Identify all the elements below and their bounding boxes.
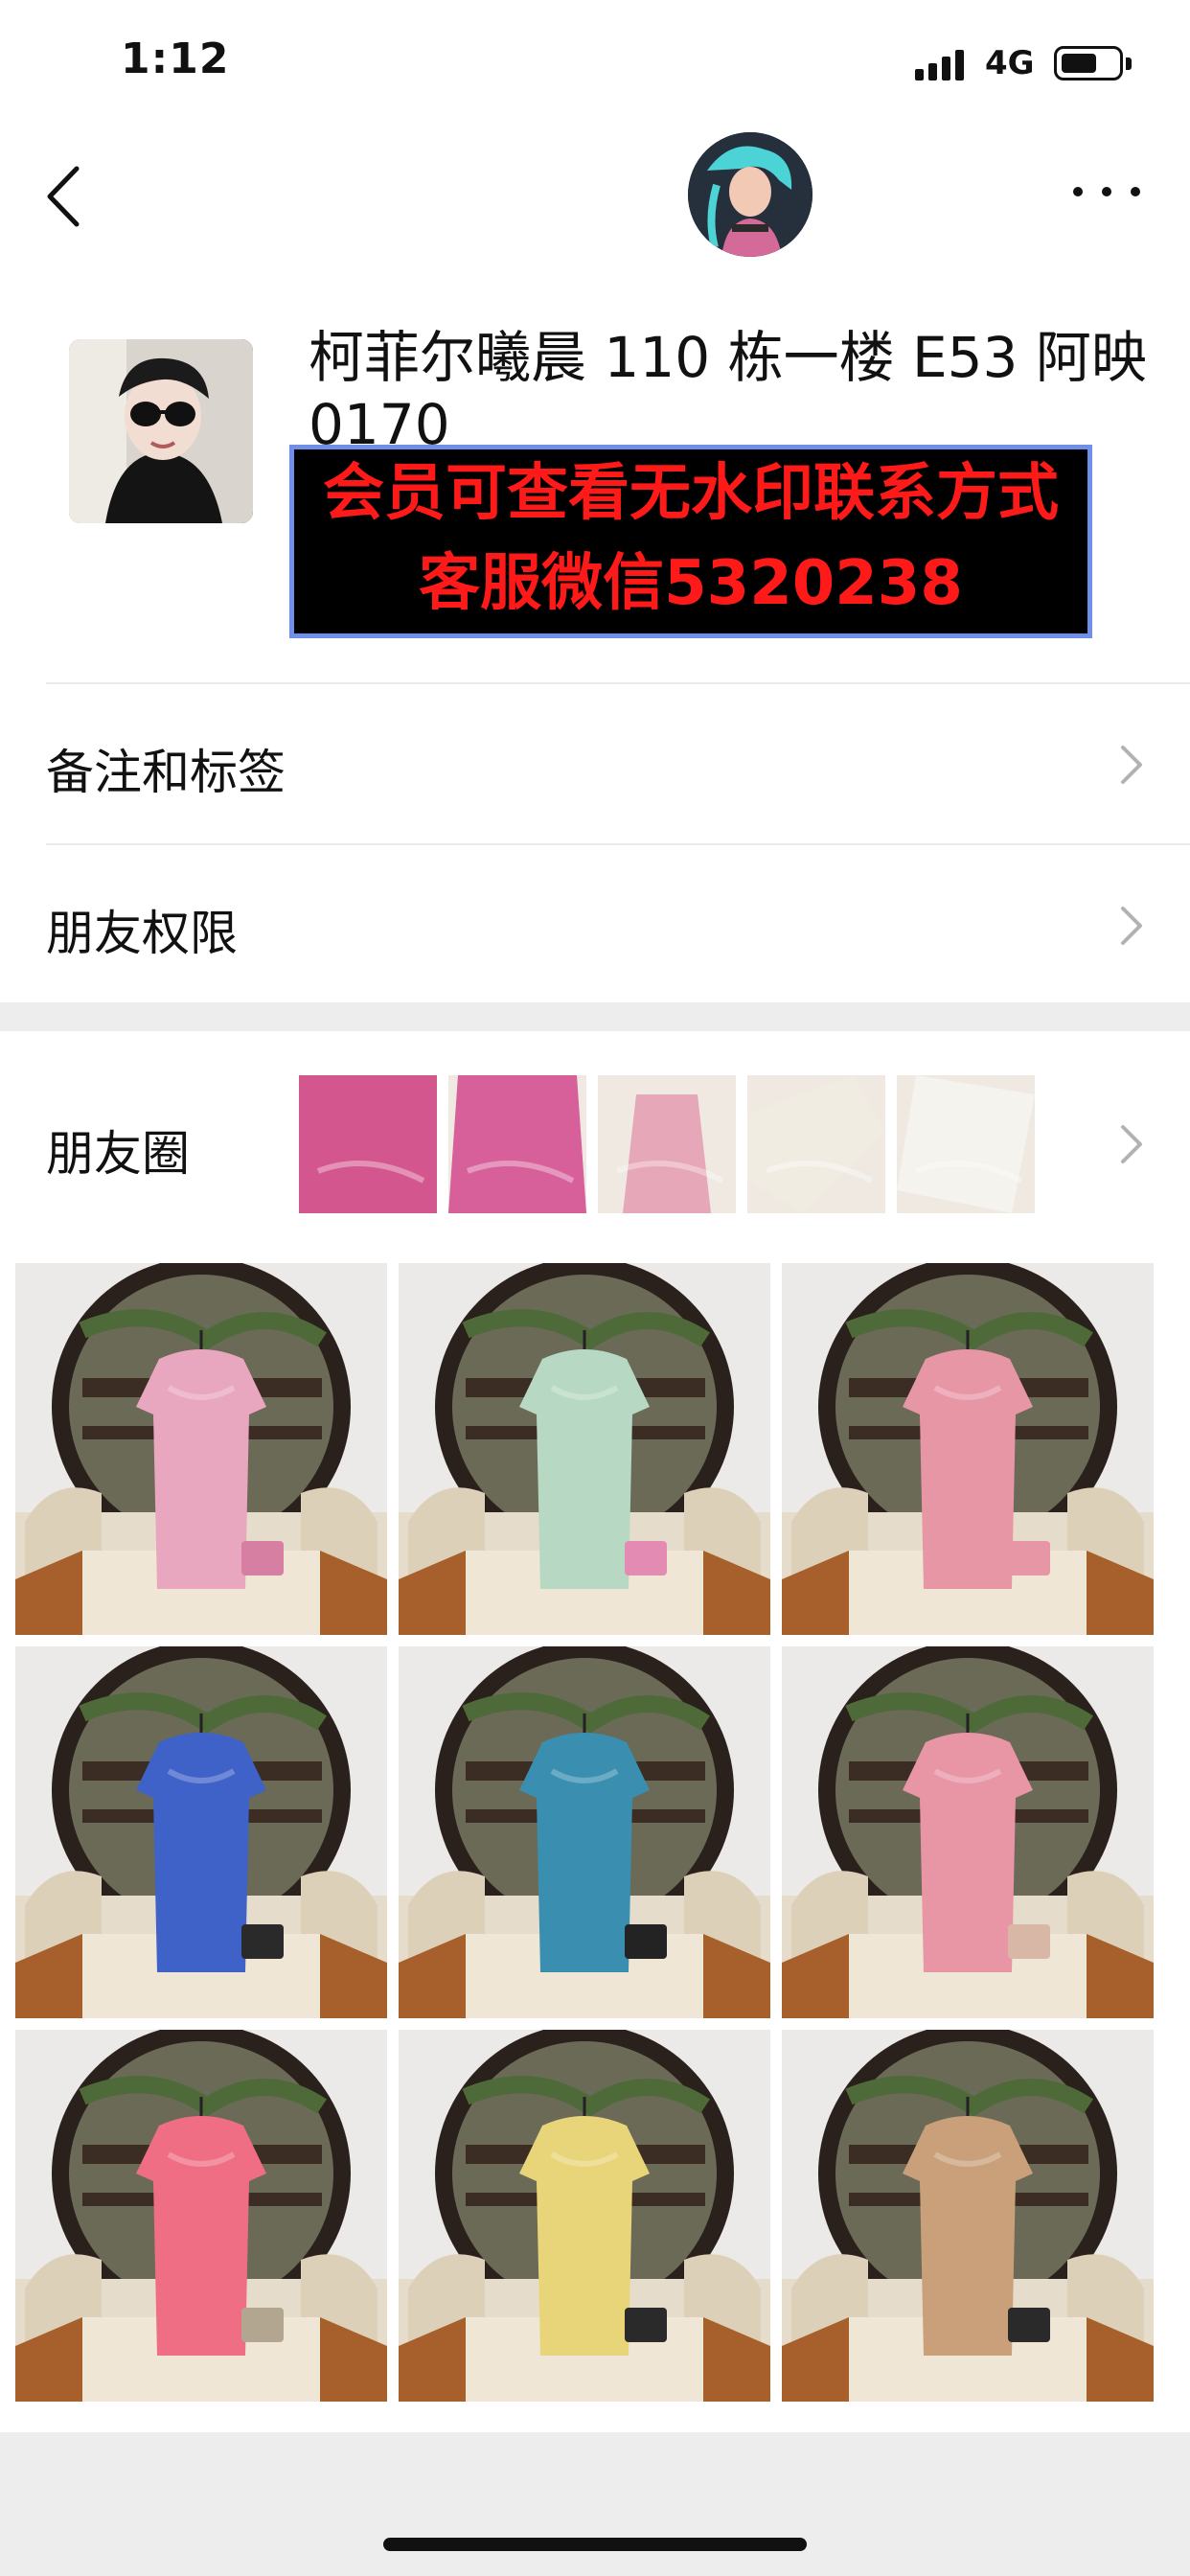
photo-illustration xyxy=(782,1646,1154,2018)
ellipsis-icon[interactable] xyxy=(1073,172,1140,211)
photo-illustration xyxy=(782,2030,1154,2402)
section-separator xyxy=(0,1002,1190,1031)
moments-photo-grid xyxy=(15,1263,1159,2402)
bottom-area xyxy=(0,2432,1190,2576)
moments-photo[interactable] xyxy=(782,2030,1154,2402)
battery-icon xyxy=(1054,46,1123,80)
chevron-right-icon xyxy=(1121,907,1142,945)
moments-photo[interactable] xyxy=(15,2030,387,2402)
photo-illustration xyxy=(15,1263,387,1635)
chevron-right-icon xyxy=(1121,746,1142,784)
moments-section: 朋友圈 xyxy=(0,1031,1190,2432)
signal-icon xyxy=(915,48,969,80)
photo-illustration xyxy=(399,1646,770,2018)
moments-photo[interactable] xyxy=(399,2030,770,2402)
moments-photo[interactable] xyxy=(782,1646,1154,2018)
moments-photo[interactable] xyxy=(399,1263,770,1635)
moments-photo[interactable] xyxy=(15,1646,387,2018)
profile-avatar[interactable] xyxy=(69,339,253,523)
profile-header: 柯菲尔曦晨 110 栋一楼 E53 阿映 0170 会员可查看无水印联系方式 客… xyxy=(0,307,1190,671)
watermark-line-2: 客服微信5320238 xyxy=(419,548,963,619)
moments-label: 朋友圈 xyxy=(46,1126,190,1182)
avatar[interactable] xyxy=(688,132,812,257)
photo-illustration xyxy=(15,2030,387,2402)
home-indicator[interactable] xyxy=(383,2538,807,2551)
remarks-and-tags-label: 备注和标签 xyxy=(46,745,286,800)
photo-illustration xyxy=(782,1263,1154,1635)
profile-photo xyxy=(69,339,253,523)
chevron-left-icon[interactable] xyxy=(44,163,82,230)
photo-illustration xyxy=(399,1263,770,1635)
moments-photo[interactable] xyxy=(782,1263,1154,1635)
moments-thumbnail xyxy=(448,1075,586,1213)
moments-photo[interactable] xyxy=(15,1263,387,1635)
chevron-right-icon xyxy=(1121,1125,1142,1163)
photo-illustration xyxy=(399,2030,770,2402)
moments-thumbnail xyxy=(598,1075,736,1213)
status-time: 1:12 xyxy=(121,34,230,83)
avatar-illustration xyxy=(688,132,812,257)
network-type: 4G xyxy=(985,44,1035,82)
moments-thumbnail xyxy=(747,1075,885,1213)
friend-permissions-label: 朋友权限 xyxy=(46,906,238,961)
friend-permissions-row[interactable]: 朋友权限 xyxy=(46,845,1190,1004)
moments-row[interactable]: 朋友圈 xyxy=(0,1031,1190,1257)
profile-name: 柯菲尔曦晨 110 栋一楼 E53 阿映 0170 xyxy=(309,325,1147,457)
battery-cap xyxy=(1126,58,1132,70)
watermark-banner: 会员可查看无水印联系方式 客服微信5320238 xyxy=(289,445,1092,638)
moments-thumbnail xyxy=(897,1075,1035,1213)
moments-photo[interactable] xyxy=(399,1646,770,2018)
moments-thumbnail xyxy=(299,1075,437,1213)
watermark-line-1: 会员可查看无水印联系方式 xyxy=(323,458,1059,529)
navigation-bar xyxy=(0,125,1190,268)
moments-thumbnails xyxy=(299,1075,1035,1213)
remarks-and-tags-row[interactable]: 备注和标签 xyxy=(46,684,1190,843)
status-bar: 1:12 4G xyxy=(0,0,1190,125)
photo-illustration xyxy=(15,1646,387,2018)
